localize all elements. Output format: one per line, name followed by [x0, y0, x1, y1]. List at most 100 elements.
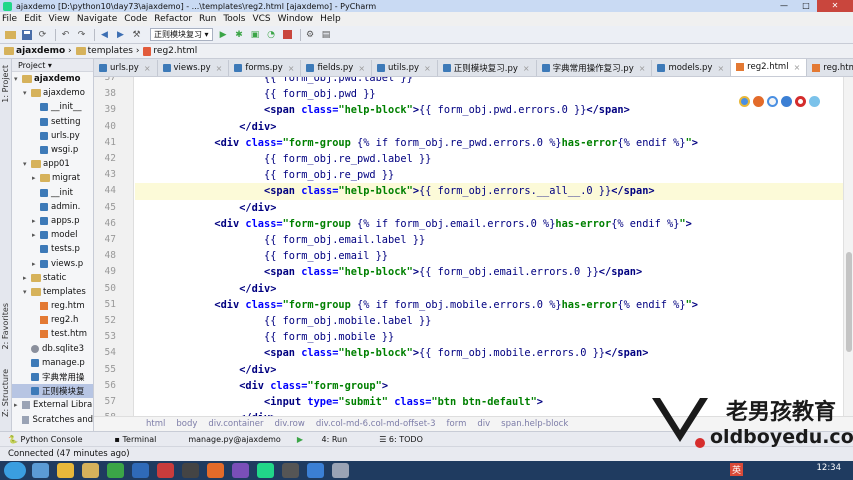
clock[interactable]: 12:34	[817, 463, 842, 473]
opera-icon[interactable]	[795, 96, 806, 107]
code-line[interactable]: {{ form_obj.pwd }}	[140, 86, 376, 102]
code-line[interactable]: {{ form_obj.pwd.label }}	[140, 77, 413, 86]
breadcrumb-item[interactable]: div	[477, 419, 490, 429]
ie-icon[interactable]	[781, 96, 792, 107]
code-line[interactable]: <span class="help-block">{{ form_obj.err…	[135, 183, 853, 200]
close-tab-icon[interactable]: ×	[216, 64, 223, 73]
tree-item[interactable]: ▾ ajaxdemo	[12, 86, 93, 100]
app-taskbar-icon[interactable]	[207, 463, 224, 478]
app-taskbar-icon[interactable]	[232, 463, 249, 478]
ie-taskbar-icon[interactable]	[32, 463, 49, 478]
run-icon[interactable]: ▶	[217, 28, 230, 41]
app-taskbar-icon[interactable]	[157, 463, 174, 478]
maximize-button[interactable]: □	[795, 0, 817, 12]
undo-icon[interactable]: ↶	[59, 28, 72, 41]
build-icon[interactable]: ⚒	[130, 28, 143, 41]
close-tab-icon[interactable]: ×	[794, 63, 801, 72]
code-line[interactable]: {{ form_obj.email.label }}	[140, 232, 425, 248]
tree-item[interactable]: ▾ app01	[12, 157, 93, 171]
tree-item[interactable]: tests.p	[12, 242, 93, 256]
terminal-tab[interactable]: ▪ Terminal	[115, 435, 173, 444]
code-line[interactable]: {{ form_obj.mobile }}	[140, 329, 394, 345]
code-line[interactable]: <div class="form-group {% if form_obj.em…	[140, 216, 691, 232]
tree-item[interactable]: ▸ External Libra	[12, 398, 93, 412]
tree-item[interactable]: 正则模块复	[12, 384, 93, 399]
close-tab-icon[interactable]: ×	[639, 64, 646, 73]
tree-item[interactable]: __init	[12, 186, 93, 200]
tree-item[interactable]: Scratches and	[12, 413, 93, 427]
tree-item[interactable]: reg2.h	[12, 313, 93, 327]
todo-tab[interactable]: ☰ 6: TODO	[379, 435, 439, 444]
tree-item[interactable]: ▾ ajaxdemo	[12, 72, 93, 86]
tree-item[interactable]: ▸ static	[12, 271, 93, 285]
redo-icon[interactable]: ↷	[75, 28, 88, 41]
project-panel-header[interactable]: Project ▾	[12, 59, 93, 72]
nav-crumb-file[interactable]: reg2.html	[143, 46, 197, 56]
code-line[interactable]: <div class="form-group">	[140, 378, 388, 394]
code-line[interactable]: </div>	[140, 362, 276, 378]
menu-tools[interactable]: Tools	[223, 14, 245, 24]
favorites-tool-tab[interactable]: 2: Favorites	[1, 303, 10, 349]
input-language-indicator[interactable]: 英	[729, 463, 743, 476]
coverage-icon[interactable]: ▣	[249, 28, 262, 41]
app-taskbar-icon[interactable]	[257, 463, 274, 478]
nav-crumb-templates[interactable]: templates ›	[75, 46, 139, 56]
back-icon[interactable]: ◀	[98, 28, 111, 41]
menu-edit[interactable]: Edit	[24, 14, 41, 24]
chrome-icon[interactable]	[739, 96, 750, 107]
close-tab-icon[interactable]: ×	[144, 64, 151, 73]
menu-code[interactable]: Code	[124, 14, 147, 24]
tree-item[interactable]: test.htm	[12, 327, 93, 341]
expand-arrow-icon[interactable]: ▸	[32, 217, 40, 225]
structure-icon[interactable]: ▤	[320, 28, 333, 41]
nav-crumb-project[interactable]: ajaxdemo ›	[4, 46, 72, 56]
menu-view[interactable]: View	[49, 14, 70, 24]
breadcrumb-item[interactable]: div.col-md-6.col-md-offset-3	[316, 419, 436, 429]
expand-arrow-icon[interactable]: ▾	[23, 160, 31, 168]
tree-item[interactable]: ▸ apps.p	[12, 214, 93, 228]
code-line[interactable]: {{ form_obj.re_pwd }}	[140, 167, 394, 183]
minimize-button[interactable]: —	[773, 0, 795, 12]
code-line[interactable]: <input type="submit" class="btn btn-defa…	[140, 394, 543, 410]
manage-py-tab[interactable]: manage.py@ajaxdemo	[188, 435, 280, 444]
menu-refactor[interactable]: Refactor	[154, 14, 192, 24]
tree-item[interactable]: manage.p	[12, 356, 93, 370]
stop-icon[interactable]	[281, 28, 294, 41]
menu-navigate[interactable]: Navigate	[77, 14, 117, 24]
tree-item[interactable]: setting	[12, 115, 93, 129]
breadcrumb-item[interactable]: div.container	[208, 419, 263, 429]
editor-tab[interactable]: urls.py ×	[94, 60, 158, 76]
close-tab-icon[interactable]: ×	[288, 64, 295, 73]
tree-item[interactable]: wsgi.p	[12, 143, 93, 157]
code-line[interactable]: {{ form_obj.mobile.label }}	[140, 313, 431, 329]
settings-icon[interactable]: ⚙	[304, 28, 317, 41]
structure-tool-tab[interactable]: Z: Structure	[1, 369, 10, 417]
expand-arrow-icon[interactable]: ▾	[23, 288, 31, 296]
editor-tab[interactable]: reg2.html ×	[731, 59, 808, 76]
chrome-taskbar-icon[interactable]	[57, 463, 74, 478]
code-line[interactable]: <span class="help-block">{{ form_obj.mob…	[140, 345, 648, 361]
code-line[interactable]: </div>	[140, 281, 276, 297]
tree-item[interactable]: reg.htm	[12, 299, 93, 313]
menu-run[interactable]: Run	[199, 14, 216, 24]
menu-window[interactable]: Window	[278, 14, 314, 24]
tree-item[interactable]: urls.py	[12, 129, 93, 143]
code-line[interactable]: {{ form_obj.email }}	[140, 248, 388, 264]
editor-tab[interactable]: reg.html×	[807, 60, 853, 76]
expand-arrow-icon[interactable]: ▾	[23, 89, 31, 97]
editor-tab[interactable]: views.py ×	[158, 60, 230, 76]
close-button[interactable]: ✕	[817, 0, 853, 12]
close-tab-icon[interactable]: ×	[358, 64, 365, 73]
code-line[interactable]: <div class="form-group {% if form_obj.mo…	[140, 297, 698, 313]
close-tab-icon[interactable]: ×	[424, 64, 431, 73]
sync-icon[interactable]: ⟳	[36, 28, 49, 41]
expand-arrow-icon[interactable]: ▾	[14, 75, 22, 83]
code-editor[interactable]: 37 38 39 40 41 42 43 44 45 46 47 48 49 50 51 52 53 54 55 56…	[94, 77, 853, 416]
tree-item[interactable]: ▾ templates	[12, 285, 93, 299]
close-tab-icon[interactable]: ×	[717, 64, 724, 73]
debug-icon[interactable]: ✱	[233, 28, 246, 41]
menu-help[interactable]: Help	[320, 14, 341, 24]
start-button[interactable]	[4, 462, 26, 479]
run-config-select[interactable]: 正则模块复习 ▾	[150, 28, 213, 41]
app-taskbar-icon[interactable]	[307, 463, 324, 478]
